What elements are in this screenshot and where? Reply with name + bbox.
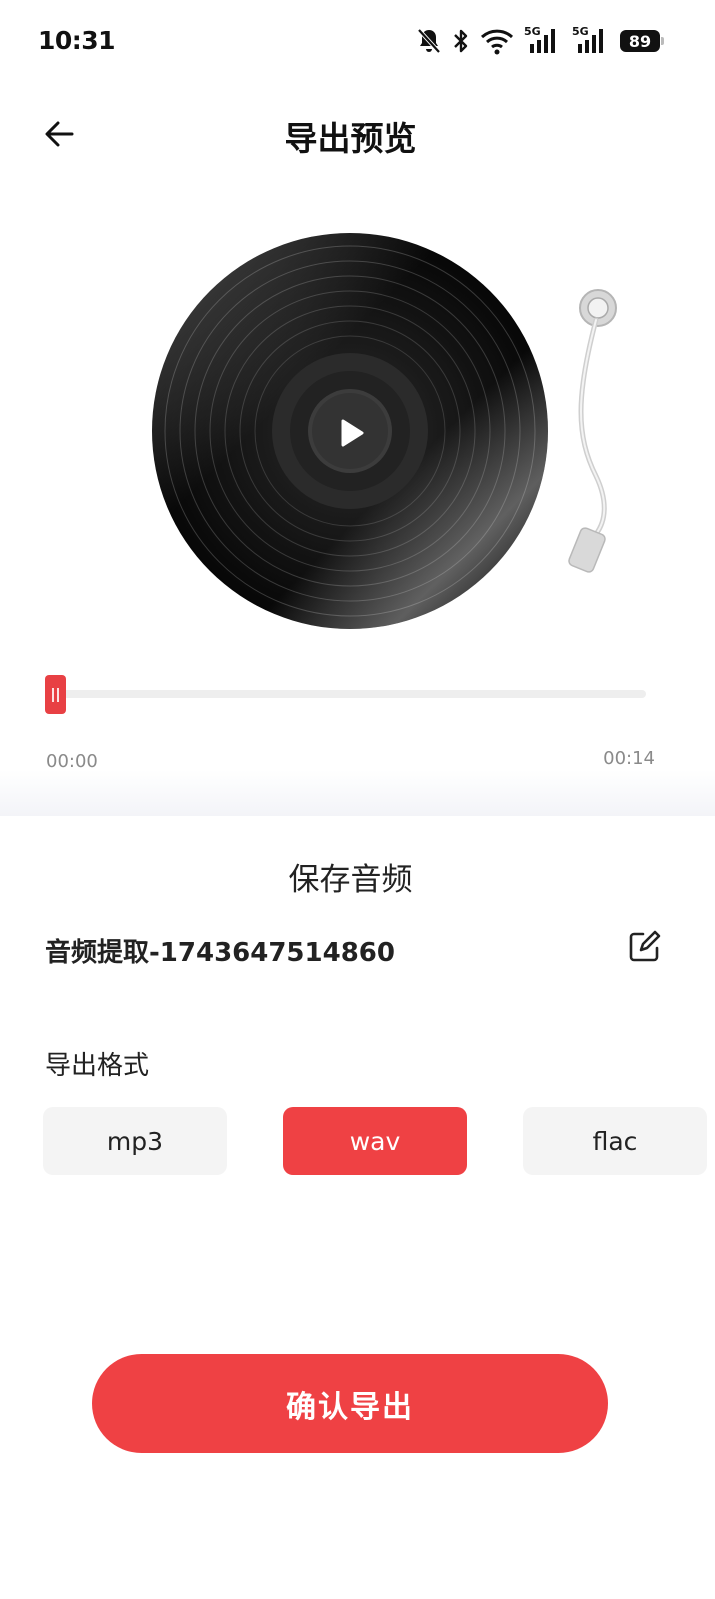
- format-option-wav[interactable]: wav: [283, 1107, 467, 1175]
- tonearm: [568, 289, 617, 573]
- bell-off-icon: [417, 28, 441, 54]
- current-time: 00:00: [46, 751, 98, 772]
- confirm-export-button[interactable]: 确认导出: [92, 1354, 608, 1453]
- sheet-divider: [0, 770, 715, 816]
- play-icon[interactable]: [330, 413, 370, 453]
- format-option-mp3[interactable]: mp3: [43, 1107, 227, 1175]
- status-time: 10:31: [38, 26, 116, 55]
- bluetooth-icon: [454, 29, 468, 53]
- status-icons: 5G 5G 89: [416, 25, 664, 56]
- save-section-title: 保存音频: [288, 862, 413, 898]
- wifi-icon: [480, 29, 514, 55]
- edit-icon[interactable]: [627, 930, 661, 964]
- progress-track[interactable]: [46, 690, 646, 698]
- signal-icon-2: 5G: [572, 25, 610, 55]
- progress-thumb[interactable]: [45, 675, 66, 714]
- format-label: 导出格式: [45, 1051, 150, 1081]
- total-time: 00:14: [603, 748, 655, 769]
- signal-icon: 5G: [524, 25, 562, 55]
- format-option-flac[interactable]: flac: [523, 1107, 707, 1175]
- battery-indicator: 89: [620, 30, 664, 52]
- page-title: 导出预览: [284, 119, 417, 158]
- file-name: 音频提取-1743647514860: [45, 938, 395, 968]
